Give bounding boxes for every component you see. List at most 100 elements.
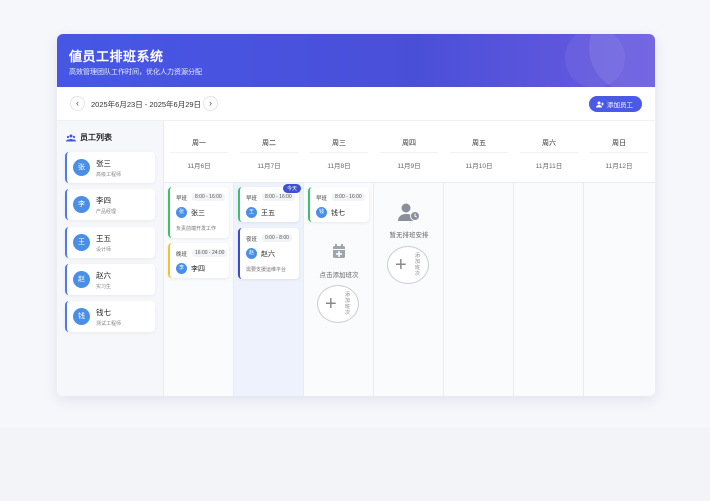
day-header: 周三 11月8日 (304, 121, 374, 183)
users-icon (66, 134, 76, 141)
employee-card[interactable]: 王 王五 设计师 (65, 227, 155, 258)
date-label: 11月8日 (327, 163, 351, 170)
shift-card[interactable]: 晚班 16:00 - 24:00 李 李四 (168, 243, 229, 278)
chevron-left-icon: ‹ (76, 98, 79, 108)
next-week-button[interactable]: › (203, 96, 218, 111)
employee-name: 张三 (96, 158, 111, 168)
employee-role: 实习生 (96, 283, 112, 290)
avatar: 钱 (316, 207, 327, 218)
avatar: 王 (246, 207, 257, 218)
page-background-lower (0, 427, 710, 501)
date-label: 11月12日 (605, 163, 633, 170)
avatar: 张 (73, 159, 90, 176)
date-label: 11月9日 (397, 163, 421, 170)
calendar-plus-icon (333, 244, 345, 258)
employee-role: 设计师 (96, 246, 112, 253)
day-column-thu[interactable]: 周四 11月9日 暂无排班安排 + 添加班次 (374, 121, 444, 396)
day-column-fri[interactable]: 周五 11月10日 (444, 121, 514, 396)
shift-time: 8:00 - 16:00 (332, 193, 365, 201)
weekday-label: 周日 (612, 140, 626, 147)
day-header: 周二 11月7日 (234, 121, 304, 183)
day-header: 周四 11月9日 (374, 121, 444, 183)
prev-week-button[interactable]: ‹ (70, 96, 85, 111)
shift-card[interactable]: 早班 8:00 - 16:00 钱 钱七 (308, 187, 369, 222)
shift-type: 晚班 (176, 252, 188, 258)
shift-card[interactable]: 今天 早班 8:00 - 16:00 王 王五 (238, 184, 301, 222)
day-column-wed[interactable]: 周三 11月8日 早班 8:00 - 16:00 钱 钱七 点击添加班次 + 添… (304, 121, 374, 396)
weekday-label: 周二 (262, 140, 276, 147)
shift-type: 早班 (316, 196, 328, 202)
employee-role: 高级工程师 (96, 171, 122, 178)
weekday-label: 周一 (192, 140, 206, 147)
shift-time: 8:00 - 16:00 (262, 193, 295, 201)
header-decoration (565, 34, 625, 87)
shift-time: 8:00 - 16:00 (192, 193, 225, 201)
day-column-mon[interactable]: 周一 11月6日 早班 8:00 - 16:00 张 张三 负责前端开发工作 晚… (164, 121, 234, 396)
avatar: 李 (176, 263, 187, 274)
weekday-label: 周五 (472, 140, 486, 147)
app-header: 値员工排班系统 高效管理团队工作时间，优化人力资源分配 (57, 34, 655, 87)
user-clock-icon (398, 203, 420, 221)
day-column-sat[interactable]: 周六 11月11日 (514, 121, 584, 396)
weekday-label: 周三 (332, 140, 346, 147)
avatar: 钱 (73, 308, 90, 325)
employee-name: 王五 (96, 233, 111, 243)
shift-type: 早班 (176, 196, 188, 202)
day-header: 周六 11月11日 (514, 121, 584, 183)
day-column-sun[interactable]: 周日 11月12日 (584, 121, 655, 396)
date-label: 11月11日 (535, 163, 563, 170)
shift-type: 早班 (246, 196, 258, 202)
shift-note: 需要支援运维平台 (246, 267, 287, 273)
avatar: 赵 (246, 248, 257, 259)
shift-card[interactable]: 夜班 0:00 - 8:00 赵 赵六 需要支援运维平台 (238, 228, 299, 279)
avatar: 李 (73, 196, 90, 213)
week-date-range: 2025年6月23日 - 2025年6月29日 (91, 100, 202, 109)
employee-card[interactable]: 李 李四 产品经理 (65, 189, 155, 220)
chevron-right-icon: › (209, 98, 212, 108)
employee-name: 赵六 (96, 270, 111, 280)
app-subtitle: 高效管理团队工作时间，优化人力资源分配 (69, 69, 202, 76)
employee-card[interactable]: 赵 赵六 实习生 (65, 264, 155, 295)
employee-card[interactable]: 钱 钱七 测试工程师 (65, 301, 155, 332)
employee-card[interactable]: 张 张三 高级工程师 (65, 152, 155, 183)
shift-time: 0:00 - 8:00 (262, 234, 292, 242)
shift-type: 夜班 (246, 237, 258, 243)
shift-employee-name: 赵六 (261, 250, 275, 258)
day-column-tue[interactable]: 周二 11月7日 今天 早班 8:00 - 16:00 王 王五 夜班 0:00… (234, 121, 304, 396)
app-title: 値员工排班系统 (69, 49, 164, 64)
shift-time: 16:00 - 24:00 (192, 249, 228, 257)
day-header: 周一 11月6日 (164, 121, 234, 183)
avatar: 张 (176, 207, 187, 218)
shift-note: 负责前端开发工作 (176, 226, 217, 232)
day-header: 周五 11月10日 (444, 121, 514, 183)
today-badge: 今天 (282, 184, 301, 193)
employee-list-title-text: 员工列表 (80, 133, 112, 142)
no-schedule-text: 暂无排班安排 (389, 232, 429, 239)
add-shift-hint: 点击添加班次 (319, 272, 359, 279)
avatar: 王 (73, 234, 90, 251)
add-shift-label: 添加班次 (415, 253, 421, 277)
week-toolbar: ‹ 2025年6月23日 - 2025年6月29日 › 添加员工 (57, 87, 655, 121)
weekday-label: 周四 (402, 140, 416, 147)
date-label: 11月6日 (187, 163, 211, 170)
date-label: 11月10日 (465, 163, 493, 170)
plus-icon: + (325, 293, 337, 315)
employee-sidebar: 员工列表 张 张三 高级工程师 李 李四 产品经理 王 王五 设计师 赵 赵六 … (57, 121, 164, 396)
avatar: 赵 (73, 271, 90, 288)
add-employee-label: 添加员工 (607, 102, 633, 109)
weekday-label: 周六 (542, 140, 556, 147)
employee-role: 产品经理 (96, 208, 117, 215)
day-header: 周日 11月12日 (584, 121, 655, 183)
employee-name: 李四 (96, 195, 111, 205)
add-user-icon (596, 101, 604, 107)
shift-card[interactable]: 早班 8:00 - 16:00 张 张三 负责前端开发工作 (168, 187, 229, 238)
add-employee-button[interactable]: 添加员工 (589, 96, 642, 112)
employee-name: 钱七 (96, 307, 111, 317)
employee-role: 测试工程师 (96, 320, 122, 327)
add-shift-button[interactable]: + 添加班次 (317, 285, 359, 323)
employee-list-title: 员工列表 (66, 132, 112, 143)
shift-employee-name: 李四 (191, 265, 205, 273)
shift-employee-name: 王五 (261, 209, 275, 217)
shift-employee-name: 钱七 (331, 209, 345, 217)
add-shift-button[interactable]: + 添加班次 (387, 246, 429, 284)
